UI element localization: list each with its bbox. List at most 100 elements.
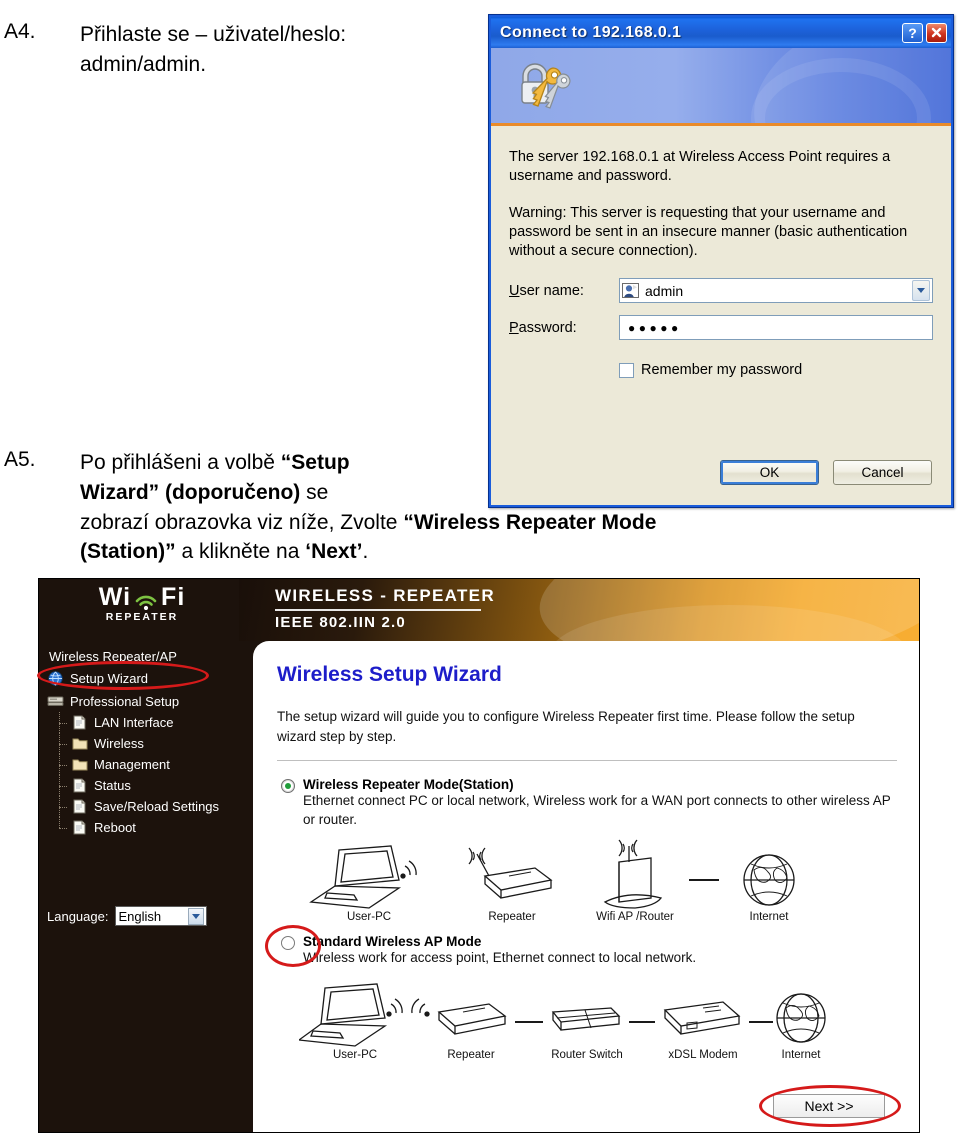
radio-standard-wireless-ap-mode[interactable] xyxy=(281,935,295,950)
page-icon xyxy=(71,715,89,730)
sidebar-item-label: LAN Interface xyxy=(94,715,174,730)
dialog-message: The server 192.168.0.1 at Wireless Acces… xyxy=(509,148,933,261)
banner-title: WIRELESS - REPEATER xyxy=(275,586,495,605)
dialog-titlebar[interactable]: Connect to 192.168.0.1 ? xyxy=(491,17,951,48)
chevron-down-icon[interactable] xyxy=(912,280,930,302)
router-sidebar: Wireless Repeater/AP Setup Wizard Profes… xyxy=(37,641,253,1132)
server-icon xyxy=(47,694,65,709)
logo-subtext: REPEATER xyxy=(105,611,179,623)
banner-subtitle: IEEE 802.IIN 2.0 xyxy=(275,614,406,631)
mode-option-standard-ap[interactable]: Standard Wireless AP Mode Wireless work … xyxy=(265,924,897,1062)
globe-icon xyxy=(47,671,65,686)
step-a5-line1-pre: Po přihlášeni a volbě xyxy=(80,451,281,474)
remember-password-label: Remember my password xyxy=(641,362,803,379)
keys-icon xyxy=(521,63,571,109)
page-icon xyxy=(71,820,89,835)
sidebar-nav: Setup Wizard Professional Setup LAN Inte… xyxy=(45,668,253,838)
dialog-frame: Connect to 192.168.0.1 ? The server 192.… xyxy=(489,15,953,507)
step-a4-line2: admin/admin. xyxy=(80,52,207,76)
sidebar-item-label: Setup Wizard xyxy=(70,671,149,686)
wifi-repeater-logo: Wi Fi REPEATER xyxy=(67,583,217,624)
username-value: admin xyxy=(645,282,684,299)
step-a5-line3-pre: zobrazí obrazovka viz níže, Zvolte xyxy=(80,510,404,534)
step-a5-line4-bold2: ‘Next’ xyxy=(305,540,363,564)
password-label: Password: xyxy=(509,319,577,336)
chevron-down-icon[interactable] xyxy=(188,907,205,925)
diagram-label-user-pc: User-PC xyxy=(347,911,391,923)
divider xyxy=(277,760,897,762)
password-row: Password: ●●●●● xyxy=(509,315,933,341)
step-a4-label: A4. xyxy=(4,20,36,43)
sidebar-item-save-reload-settings[interactable]: Save/Reload Settings xyxy=(45,796,253,817)
mode-description: Ethernet connect PC or local network, Wi… xyxy=(303,793,891,828)
step-a5-text: Po přihlášeni a volbě “Setup Wizard” (do… xyxy=(80,448,956,567)
step-a5-line3-bold: “Wireless Repeater Mode xyxy=(403,510,657,534)
folder-icon xyxy=(71,757,89,772)
mode-title: Standard Wireless AP Mode xyxy=(303,933,482,949)
dialog-message-1: The server 192.168.0.1 at Wireless Acces… xyxy=(509,149,891,185)
sidebar-item-label: Save/Reload Settings xyxy=(94,799,220,814)
dialog-title: Connect to 192.168.0.1 xyxy=(500,23,682,41)
diagram-label-internet: Internet xyxy=(750,911,790,923)
sidebar-item-reboot[interactable]: Reboot xyxy=(45,817,253,838)
sidebar-item-label: Wireless xyxy=(94,736,144,751)
sidebar-item-label: Status xyxy=(94,778,131,793)
sidebar-item-wireless[interactable]: Wireless xyxy=(45,733,253,754)
sidebar-item-professional-setup[interactable]: Professional Setup xyxy=(45,691,253,712)
page-icon xyxy=(71,778,89,793)
sidebar-item-status[interactable]: Status xyxy=(45,775,253,796)
diagram-label-xdsl-modem: xDSL Modem xyxy=(668,1049,737,1061)
step-a5-line3: zobrazí obrazovka viz níže, Zvolte “Wire… xyxy=(80,508,956,538)
step-a4-line1: Přihlaste se – uživatel/heslo: xyxy=(80,23,347,46)
step-a5-line2-post: se xyxy=(300,480,329,504)
password-input[interactable]: ●●●●● xyxy=(619,315,933,341)
step-a5-line1: Po přihlášeni a volbě “Setup xyxy=(80,448,474,478)
step-a5-line4-mid: a klikněte na xyxy=(175,540,306,564)
sidebar-item-label: Professional Setup xyxy=(70,694,180,709)
diagram-label-wifi-ap-router: Wifi AP /Router xyxy=(596,911,674,923)
wizard-panel: Wireless Setup Wizard The setup wizard w… xyxy=(253,641,919,1132)
remember-password-row[interactable]: Remember my password xyxy=(619,362,933,378)
sidebar-heading: Wireless Repeater/AP xyxy=(49,649,177,664)
sidebar-item-lan-interface[interactable]: LAN Interface xyxy=(45,712,253,733)
sidebar-item-management[interactable]: Management xyxy=(45,754,253,775)
diagram-label-internet: Internet xyxy=(782,1049,822,1061)
username-label: User name: xyxy=(509,282,584,299)
sidebar-item-label: Management xyxy=(94,757,170,772)
remember-password-checkbox[interactable] xyxy=(619,362,634,378)
wifi-signal-icon xyxy=(133,588,159,611)
diagram-label-router-switch: Router Switch xyxy=(551,1049,623,1061)
diagram-label-repeater: Repeater xyxy=(447,1049,494,1061)
banner-titles: WIRELESS - REPEATER IEEE 802.IIN 2.0 xyxy=(275,586,495,631)
step-a5-label: A5. xyxy=(4,448,36,471)
banner-rule xyxy=(275,609,481,611)
language-label: Language: xyxy=(47,908,109,924)
step-a4: A4. Přihlaste se – uživatel/heslo: admin… xyxy=(4,20,474,80)
step-a4-text: Přihlaste se – uživatel/heslo: admin/adm… xyxy=(80,20,474,80)
connect-auth-dialog[interactable]: Connect to 192.168.0.1 ? The server 192.… xyxy=(488,14,954,508)
step-a5: A5. Po přihlášeni a volbě “Setup Wizard”… xyxy=(4,448,956,567)
logo-fi: Fi xyxy=(161,583,186,611)
username-row: User name: admin xyxy=(509,278,933,304)
diagram-standard-ap-mode: User-PC Repeater Router Switch xDSL Mode… xyxy=(299,974,897,1062)
mode-description: Wireless work for access point, Ethernet… xyxy=(303,949,697,965)
mode-title: Wireless Repeater Mode(Station) xyxy=(303,777,514,793)
dialog-message-2: Warning: This server is requesting that … xyxy=(509,204,908,260)
step-a5-line4-bold: (Station)” xyxy=(80,540,176,564)
radio-wireless-repeater-mode[interactable] xyxy=(281,779,295,794)
router-content: Wireless Repeater/AP Setup Wizard Profes… xyxy=(37,641,919,1132)
help-button[interactable]: ? xyxy=(902,22,923,43)
step-a5-line2-bold: Wizard” (doporučeno) xyxy=(80,480,301,504)
step-a5-line4-end: . xyxy=(362,540,369,564)
close-icon[interactable] xyxy=(926,22,947,43)
wizard-description: The setup wizard will guide you to confi… xyxy=(277,709,855,744)
mode-option-repeater[interactable]: Wireless Repeater Mode(Station) Ethernet… xyxy=(277,777,897,924)
next-button-highlight-ellipse xyxy=(759,1085,901,1127)
language-row: Language: English xyxy=(47,906,208,926)
diagram-label-repeater: Repeater xyxy=(488,911,535,923)
sidebar-item-setup-wizard[interactable]: Setup Wizard xyxy=(45,668,253,689)
step-a5-line4: (Station)” a klikněte na ‘Next’. xyxy=(80,537,956,567)
language-select[interactable]: English xyxy=(115,906,208,926)
header-banner: WIRELESS - REPEATER IEEE 802.IIN 2.0 xyxy=(239,579,919,641)
username-input[interactable]: admin xyxy=(619,278,933,304)
